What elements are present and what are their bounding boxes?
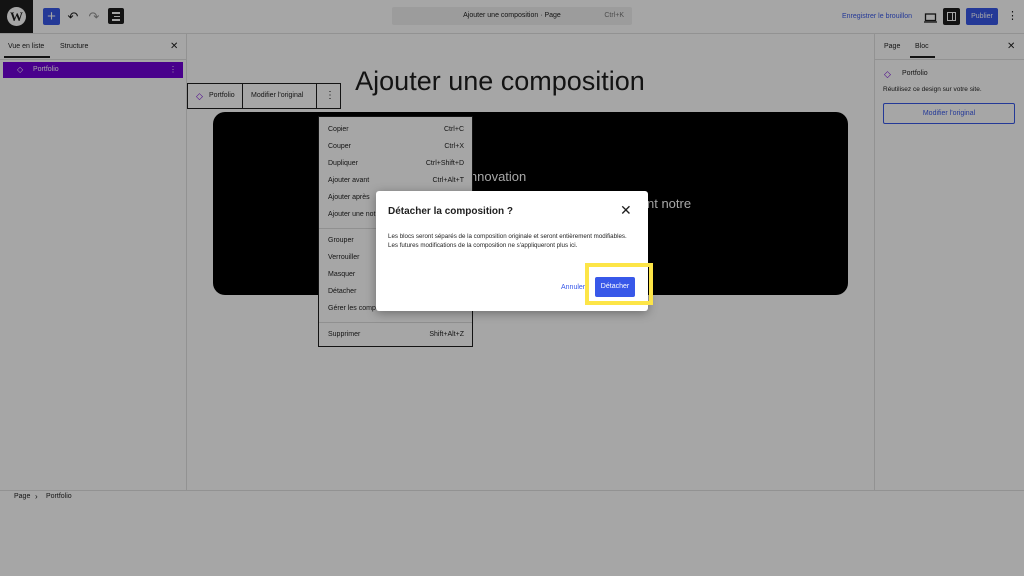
close-dialog-icon[interactable]: ✕ <box>620 203 632 217</box>
highlight-box <box>585 263 653 305</box>
dialog-title: Détacher la composition ? <box>388 206 514 217</box>
cancel-button[interactable]: Annuler <box>561 284 585 291</box>
dialog-message: Les blocs seront séparés de la compositi… <box>388 233 627 249</box>
